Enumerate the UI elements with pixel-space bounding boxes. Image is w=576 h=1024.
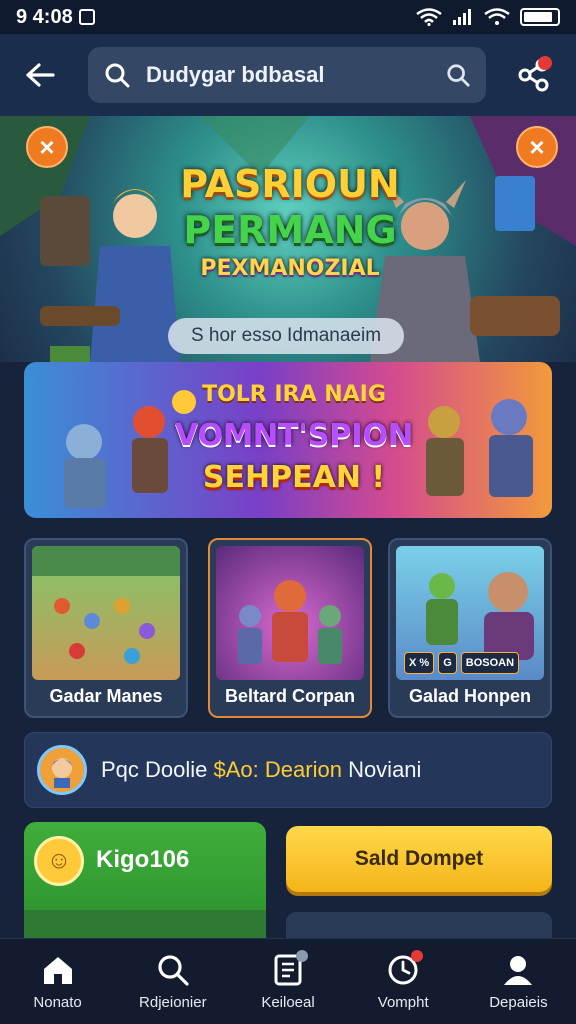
- game-card[interactable]: X % G BOSOAN Galad Honpen: [388, 538, 552, 718]
- nav-label: Nonato: [33, 994, 82, 1011]
- hero-subtitle-pill[interactable]: S hor esso Idmanaeim: [168, 318, 404, 354]
- game-badges: X % G BOSOAN: [404, 652, 542, 674]
- status-right: [416, 8, 560, 26]
- primary-action-button[interactable]: Sald Dompet: [286, 826, 552, 892]
- bottom-navigation: Nonato Rdjeionier Keiloeal Vompht Depaie…: [0, 938, 576, 1024]
- back-button[interactable]: [20, 55, 60, 95]
- nav-badge: [411, 950, 424, 962]
- nav-item-document[interactable]: Keiloeal: [230, 939, 345, 1024]
- nav-item-activity[interactable]: Vompht: [346, 939, 461, 1024]
- search-submit-icon[interactable]: [446, 63, 470, 87]
- reward-card[interactable]: ☺ Kigo106: [24, 822, 266, 952]
- document-icon: [270, 950, 308, 988]
- game-badge: X %: [404, 652, 435, 674]
- battery-icon: [520, 8, 560, 26]
- game-name: Gadar Manes: [49, 685, 163, 706]
- notification-dot: [538, 56, 552, 70]
- nav-label: Depaieis: [489, 994, 548, 1011]
- coin-icon: ☺: [34, 836, 84, 886]
- game-badge: BOSOAN: [460, 652, 520, 674]
- home-icon: [40, 952, 76, 988]
- promo-line3: SEHPEAN !: [202, 460, 386, 495]
- status-time: 9 4:08: [16, 5, 73, 28]
- top-bar: Dudygar bdbasal: [0, 34, 576, 116]
- nav-label: Keiloeal: [261, 994, 315, 1011]
- game-thumbnail: [216, 546, 364, 680]
- promo-line1: TOLR IRA NAIG: [202, 382, 386, 407]
- hero-title-line3: PEXMANOZIAL: [200, 256, 380, 281]
- hero-close-right-button[interactable]: ×: [516, 126, 558, 168]
- hero-title-line2: PERMANG: [183, 208, 397, 252]
- hero-banner[interactable]: × × PASRIOUN PERMANG PEXMANOZIAL S hor e…: [0, 116, 576, 362]
- signal-icon: [453, 9, 471, 25]
- avatar: [37, 745, 87, 795]
- nav-item-search[interactable]: Rdjeionier: [115, 939, 230, 1024]
- hero-close-left-button[interactable]: ×: [26, 126, 68, 168]
- arrow-left-icon: [26, 63, 55, 87]
- game-card[interactable]: Gadar Manes: [24, 538, 188, 718]
- avatar-face-icon: [52, 758, 72, 788]
- search-icon: [155, 952, 191, 988]
- nav-label: Vompht: [377, 994, 429, 1011]
- clock-icon: [385, 950, 424, 988]
- game-card[interactable]: Beltard Corpan: [208, 538, 372, 718]
- promo-banner[interactable]: TOLR IRA NAIG VOMNT'SPION SEHPEAN !: [24, 362, 552, 518]
- nav-item-home[interactable]: Nonato: [0, 939, 115, 1024]
- reward-label: Kigo106: [96, 846, 190, 873]
- game-art: [238, 580, 342, 664]
- activity-text-a: Pqc Doolie: [101, 757, 208, 782]
- hero-title-line1: PASRIOUN: [180, 162, 400, 206]
- game-name: Galad Honpen: [408, 685, 531, 706]
- promo-line2: VOMNT'SPION: [174, 418, 414, 453]
- game-thumbnail: [32, 546, 180, 680]
- nav-label: Rdjeionier: [139, 994, 207, 1011]
- game-name: Beltard Corpan: [224, 685, 356, 706]
- notification-square-icon: [78, 9, 95, 25]
- search-value: Dudygar bdbasal: [146, 62, 325, 87]
- profile-icon: [500, 952, 536, 988]
- activity-text: Pqc Doolie $Ao: Dearion Noviani: [101, 757, 421, 783]
- game-badge: G: [438, 652, 457, 674]
- wifi-icon: [416, 8, 442, 26]
- share-button[interactable]: [512, 54, 554, 96]
- nav-item-profile[interactable]: Depaieis: [461, 939, 576, 1024]
- status-left: 9 4:08: [16, 6, 95, 29]
- wifi-secondary-icon: [484, 8, 510, 25]
- status-bar: 9 4:08: [0, 0, 576, 34]
- activity-text-b: Noviani: [348, 757, 422, 782]
- search-input[interactable]: Dudygar bdbasal: [88, 47, 486, 103]
- game-art: [32, 546, 180, 664]
- search-icon: [105, 63, 130, 88]
- activity-highlight: $Ao: Dearion: [213, 757, 342, 782]
- nav-badge: [296, 950, 308, 962]
- activity-bar[interactable]: Pqc Doolie $Ao: Dearion Noviani: [24, 732, 552, 808]
